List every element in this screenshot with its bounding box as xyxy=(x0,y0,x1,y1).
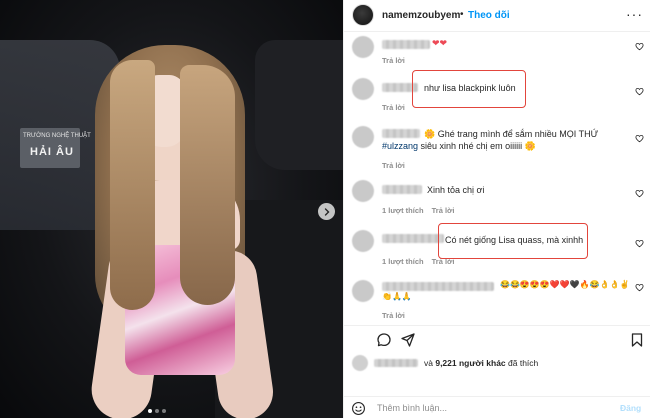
post-actions-bar xyxy=(344,325,650,353)
reply-link[interactable]: Trả lời xyxy=(382,311,405,320)
comment-meta: Trả lời xyxy=(382,103,413,112)
likes-summary: và 9,221 người khác đã thích xyxy=(344,353,650,375)
comment-text: siêu xinh nhé chị em oiiiiii 🌼 xyxy=(418,141,536,151)
follow-button[interactable]: Theo dõi xyxy=(468,10,510,21)
comment-meta: 1 lượt thích Trả lời xyxy=(382,206,462,215)
likes-prefix: và xyxy=(424,358,436,368)
comment-text: ❤❤ xyxy=(432,38,448,48)
heart-outline-icon[interactable] xyxy=(635,134,644,143)
post-photo[interactable]: TRƯỜNG NGHỆ THUẬT HẢI ÂU xyxy=(0,0,343,418)
share-icon[interactable] xyxy=(400,332,416,348)
comment-meta: Trả lời xyxy=(382,311,413,320)
more-icon[interactable]: ··· xyxy=(626,6,643,22)
comment-meta: Trả lời xyxy=(382,161,413,170)
highlight-box xyxy=(412,70,526,108)
carousel-dot xyxy=(162,409,166,413)
post-sidebar: namemzoubyem • Theo dõi ··· ❤❤ Trả lời n… xyxy=(343,0,650,418)
avatar[interactable] xyxy=(352,180,374,202)
heart-outline-icon[interactable] xyxy=(635,87,644,96)
post-header: namemzoubyem • Theo dõi ··· xyxy=(344,0,650,32)
shop-sign-small-text: TRƯỜNG NGHỆ THUẬT xyxy=(23,133,91,139)
comment-text: Xinh tỏa chị ơi xyxy=(427,185,485,195)
carousel-dots xyxy=(148,409,166,413)
comment-meta: Trả lời xyxy=(382,56,413,65)
comment-username[interactable] xyxy=(382,185,422,194)
add-comment-bar: Đăng xyxy=(344,396,650,418)
heart-outline-icon[interactable] xyxy=(635,283,644,292)
likes-suffix: đã thích xyxy=(505,358,539,368)
emoji-icon[interactable] xyxy=(351,401,366,416)
avatar[interactable] xyxy=(352,230,374,252)
comment-text: 🌼 Ghé trang mình để sắm nhiều MỌI THỨ xyxy=(424,129,599,139)
likes-count-link[interactable]: 9,221 người khác xyxy=(435,358,505,368)
comment-text-line2: #ulzzang siêu xinh nhé chị em oiiiiii 🌼 xyxy=(382,141,536,152)
car-headrest xyxy=(255,40,343,170)
avatar[interactable] xyxy=(352,280,374,302)
reply-link[interactable]: Trả lời xyxy=(382,56,405,65)
comment-text: 😂😂😍😍😍❤️❤️🖤🔥😂👌👌✌️ xyxy=(500,280,630,289)
heart-outline-icon[interactable] xyxy=(635,42,644,51)
likes-count-link[interactable]: 1 lượt thích xyxy=(382,206,424,215)
reply-link[interactable]: Trả lời xyxy=(382,161,405,170)
chevron-right-icon xyxy=(324,207,329,216)
comment-username[interactable] xyxy=(382,129,420,138)
comment-username[interactable] xyxy=(382,282,494,291)
comment-icon[interactable] xyxy=(376,332,392,348)
shop-sign-big-text: HẢI ÂU xyxy=(30,146,74,158)
header-separator: • xyxy=(460,9,464,20)
bookmark-icon[interactable] xyxy=(629,332,645,348)
carousel-dot xyxy=(155,409,159,413)
avatar[interactable] xyxy=(352,355,368,371)
carousel-dot xyxy=(148,409,152,413)
avatar[interactable] xyxy=(352,126,374,148)
comment-input[interactable] xyxy=(377,401,607,415)
post-button[interactable]: Đăng xyxy=(620,403,641,413)
avatar[interactable] xyxy=(352,4,374,26)
heart-outline-icon[interactable] xyxy=(635,189,644,198)
hair-front-left xyxy=(110,60,155,310)
comment-username[interactable] xyxy=(382,234,444,243)
next-slide-button[interactable] xyxy=(318,203,335,220)
likes-text: và 9,221 người khác đã thích xyxy=(424,358,538,368)
hair-front-right xyxy=(180,65,235,305)
liker-username[interactable] xyxy=(374,359,418,367)
avatar[interactable] xyxy=(352,78,374,100)
hashtag-link[interactable]: #ulzzang xyxy=(382,141,418,151)
likes-count-link[interactable]: 1 lượt thích xyxy=(382,257,424,266)
reply-link[interactable]: Trả lời xyxy=(432,206,455,215)
avatar[interactable] xyxy=(352,36,374,58)
comment-text-line2: 👏🙏🙏 xyxy=(382,292,412,301)
highlight-box xyxy=(438,223,588,259)
heart-outline-icon[interactable] xyxy=(635,239,644,248)
comment-username[interactable] xyxy=(382,40,430,49)
username-link[interactable]: namemzoubyem xyxy=(382,10,460,21)
reply-link[interactable]: Trả lời xyxy=(382,103,405,112)
